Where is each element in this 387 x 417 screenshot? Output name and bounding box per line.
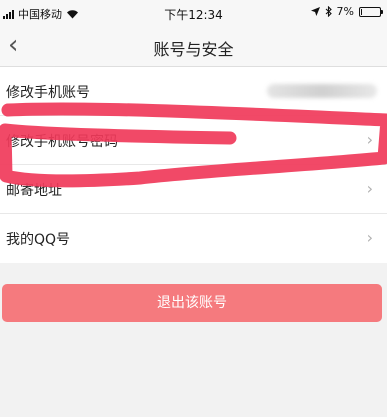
page-title: 账号与安全: [153, 40, 234, 59]
settings-row-label: 邮寄地址: [6, 183, 62, 199]
status-bar: 中国移动 下午12:34 7%: [0, 0, 387, 26]
settings-row-qq[interactable]: 我的QQ号 ›: [0, 214, 387, 263]
settings-row-label: 修改手机账号密码: [6, 134, 118, 150]
battery-icon: [359, 6, 383, 17]
battery-fill: [361, 8, 362, 15]
settings-row-label: 我的QQ号: [6, 232, 71, 248]
hidden-phone-value: [267, 84, 377, 98]
settings-row-label: 修改手机账号: [6, 85, 90, 101]
battery-percent: 7%: [336, 5, 354, 18]
chevron-right-icon: ›: [366, 179, 373, 198]
settings-list: 修改手机账号 修改手机账号密码 › 邮寄地址 › 我的QQ号 ›: [0, 67, 387, 263]
chevron-right-icon: ›: [366, 130, 373, 149]
location-arrow-icon: [310, 7, 320, 16]
navigation-bar: ‹ 账号与安全: [0, 26, 387, 67]
settings-row-change-password[interactable]: 修改手机账号密码 ›: [0, 116, 387, 165]
chevron-right-icon: ›: [366, 228, 373, 247]
settings-row-mailing-address[interactable]: 邮寄地址 ›: [0, 165, 387, 214]
logout-button[interactable]: 退出该账号: [2, 284, 382, 322]
bluetooth-icon: [325, 6, 332, 17]
settings-row-change-phone[interactable]: 修改手机账号: [0, 67, 387, 116]
status-right: 7%: [310, 5, 383, 18]
